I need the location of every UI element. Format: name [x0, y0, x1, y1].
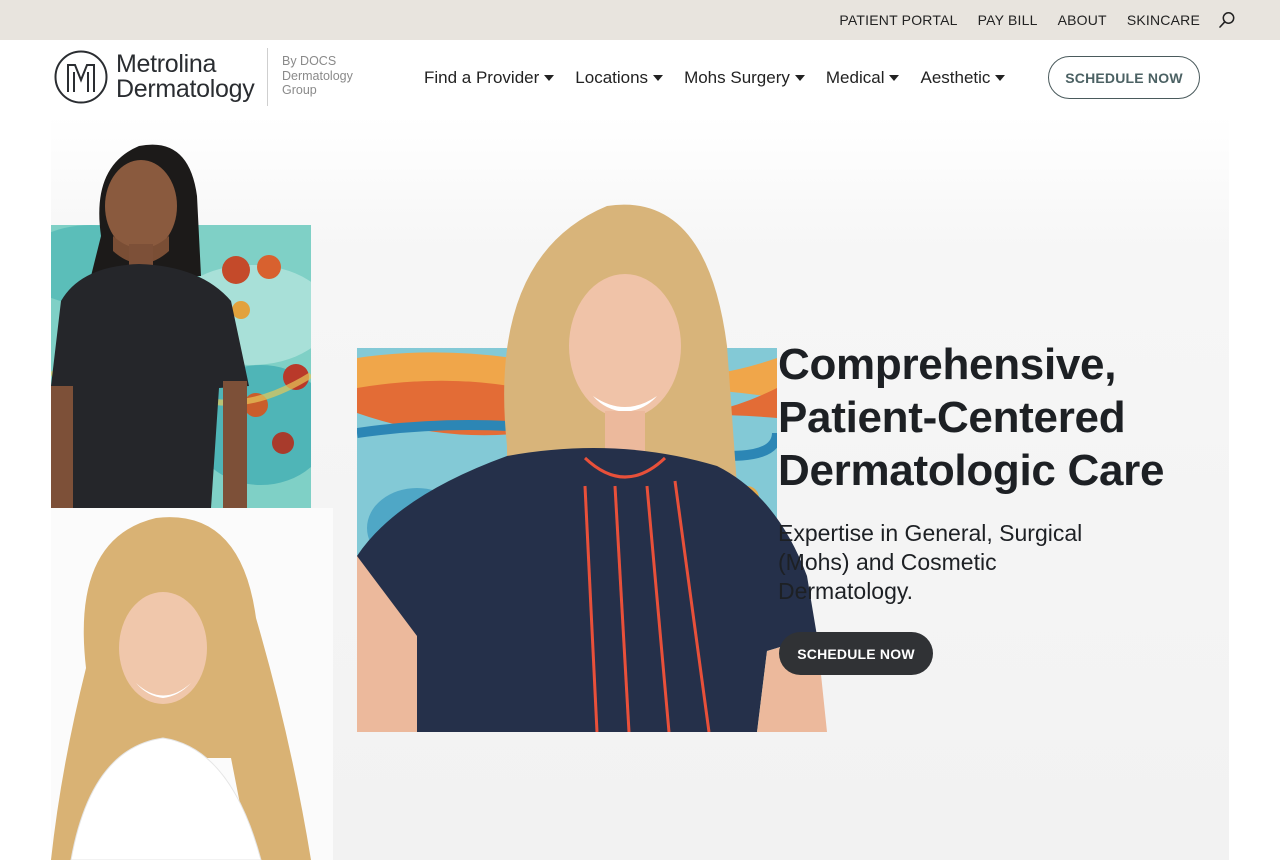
logo-line-2: Dermatology — [116, 75, 255, 103]
caret-down-icon — [544, 74, 555, 81]
logo-divider — [267, 48, 268, 106]
utility-bar: PATIENT PORTAL PAY BILL ABOUT SKINCARE — [0, 0, 1280, 40]
hero-section: Comprehensive, Patient-Centered Dermatol… — [51, 116, 1229, 860]
nav-label: Mohs Surgery — [684, 68, 790, 87]
nav-mohs-surgery[interactable]: Mohs Surgery — [684, 68, 805, 88]
search-icon[interactable] — [1218, 11, 1236, 29]
nav-medical[interactable]: Medical — [826, 68, 900, 88]
patient-portal-link[interactable]: PATIENT PORTAL — [839, 12, 957, 28]
main-nav: Find a Provider Locations Mohs Surgery M… — [424, 40, 1006, 116]
logo-mark-icon — [54, 50, 108, 104]
hero-title-line: Comprehensive, — [778, 340, 1117, 389]
pay-bill-link[interactable]: PAY BILL — [978, 12, 1038, 28]
caret-down-icon — [995, 74, 1006, 81]
nav-find-a-provider[interactable]: Find a Provider — [424, 68, 555, 88]
caret-down-icon — [653, 74, 664, 81]
hero-schedule-button[interactable]: SCHEDULE NOW — [779, 632, 933, 675]
nav-aesthetic[interactable]: Aesthetic — [920, 68, 1006, 88]
provider-photo-1 — [51, 144, 249, 508]
utility-links: PATIENT PORTAL PAY BILL ABOUT SKINCARE — [839, 0, 1236, 40]
logo-line-1: Metrolina — [116, 50, 217, 78]
provider-photo-2 — [51, 508, 333, 860]
nav-label: Medical — [825, 68, 885, 87]
caret-down-icon — [794, 74, 805, 81]
skincare-link[interactable]: SKINCARE — [1127, 12, 1200, 28]
nav-locations[interactable]: Locations — [575, 68, 664, 88]
logo-subtitle: By DOCS Dermatology Group — [282, 54, 353, 97]
caret-down-icon — [889, 74, 900, 81]
header-schedule-button[interactable]: SCHEDULE NOW — [1048, 56, 1200, 99]
provider-photo-3 — [357, 204, 827, 732]
hero-title: Comprehensive, Patient-Centered Dermatol… — [778, 338, 1198, 497]
hero-title-line: Dermatologic Care — [778, 446, 1165, 495]
hero-subtitle: Expertise in General, Surgical (Mohs) an… — [778, 520, 1083, 604]
site-logo[interactable]: Metrolina Dermatology By DOCS Dermatolog… — [54, 48, 353, 106]
logo-wordmark: Metrolina Dermatology — [116, 50, 255, 103]
nav-label: Locations — [575, 68, 649, 87]
about-link[interactable]: ABOUT — [1058, 12, 1107, 28]
nav-label: Aesthetic — [920, 68, 991, 87]
hero-title-line: Patient-Centered — [778, 393, 1126, 442]
site-header: Metrolina Dermatology By DOCS Dermatolog… — [0, 40, 1280, 116]
nav-label: Find a Provider — [424, 68, 540, 87]
